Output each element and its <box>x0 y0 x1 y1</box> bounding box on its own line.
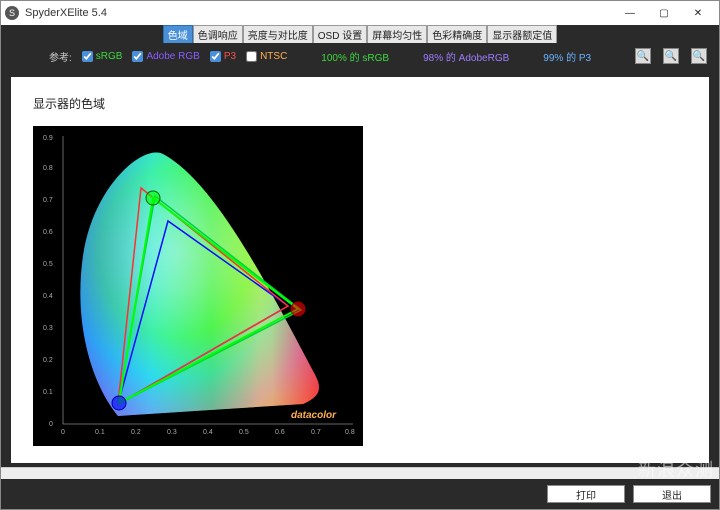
primary-blue-circle <box>112 396 126 410</box>
chromaticity-chart: 0 0.1 0.2 0.3 0.4 0.5 0.6 0.7 0.8 0 0.1 … <box>33 126 363 446</box>
stat-srgb: 100% 的 sRGB <box>321 49 389 64</box>
checkbox-srgb[interactable]: sRGB <box>82 51 123 62</box>
checkbox-ntsc[interactable]: NTSC <box>246 51 287 62</box>
app-window: S SpyderXElite 5.4 — ▢ ✕ 色域 色调响应 亮度与对比度 … <box>0 0 720 510</box>
p3-label: P3 <box>224 51 236 62</box>
svg-text:0.3: 0.3 <box>167 429 177 436</box>
chart-brand: datacolor <box>291 410 337 421</box>
titlebar: S SpyderXElite 5.4 — ▢ ✕ <box>1 1 719 25</box>
svg-text:0.2: 0.2 <box>43 357 53 364</box>
maximize-button[interactable]: ▢ <box>647 2 681 24</box>
srgb-label: sRGB <box>96 51 123 62</box>
tab-bar: 色域 色调响应 亮度与对比度 OSD 设置 屏幕均匀性 色彩精确度 显示器额定值 <box>1 25 719 43</box>
app-icon: S <box>5 6 19 20</box>
checkbox-p3-input[interactable] <box>210 51 221 62</box>
primary-green-circle <box>146 191 160 205</box>
window-controls: — ▢ ✕ <box>613 2 715 24</box>
close-button[interactable]: ✕ <box>681 2 715 24</box>
window-title: SpyderXElite 5.4 <box>25 7 613 19</box>
svg-text:0.2: 0.2 <box>131 429 141 436</box>
primary-red-circle <box>291 302 305 316</box>
svg-text:0.7: 0.7 <box>311 429 321 436</box>
tab-color-accuracy[interactable]: 色彩精确度 <box>427 25 487 44</box>
svg-text:0.5: 0.5 <box>43 261 53 268</box>
zoom-fit-icon: 🔍 <box>693 51 705 62</box>
svg-text:0: 0 <box>49 421 53 428</box>
svg-text:0.8: 0.8 <box>43 165 53 172</box>
y-ticks: 0 0.1 0.2 0.3 0.4 0.5 0.6 0.7 0.8 0.9 <box>43 135 53 428</box>
checkbox-p3[interactable]: P3 <box>210 51 236 62</box>
page-title: 显示器的色域 <box>33 95 687 112</box>
tab-gamut[interactable]: 色域 <box>163 25 193 44</box>
svg-text:0.8: 0.8 <box>345 429 355 436</box>
chromaticity-svg: 0 0.1 0.2 0.3 0.4 0.5 0.6 0.7 0.8 0 0.1 … <box>33 126 363 446</box>
ntsc-label: NTSC <box>260 51 287 62</box>
quit-button[interactable]: 退出 <box>633 485 711 503</box>
svg-text:0.3: 0.3 <box>43 325 53 332</box>
checkbox-adobergb[interactable]: Adobe RGB <box>132 51 199 62</box>
svg-text:0.7: 0.7 <box>43 197 53 204</box>
svg-text:0: 0 <box>61 429 65 436</box>
horizontal-scrollbar[interactable] <box>1 467 719 479</box>
stat-adobergb: 98% 的 AdobeRGB <box>423 49 509 64</box>
svg-text:0.9: 0.9 <box>43 135 53 142</box>
zoom-in-button[interactable]: 🔍 <box>635 48 651 64</box>
tab-uniformity[interactable]: 屏幕均匀性 <box>367 25 427 44</box>
svg-text:0.4: 0.4 <box>203 429 213 436</box>
zoom-out-button[interactable]: 🔍 <box>663 48 679 64</box>
checkbox-adobergb-input[interactable] <box>132 51 143 62</box>
report-page: 显示器的色域 <box>11 77 709 463</box>
checkbox-ntsc-input[interactable] <box>246 51 257 62</box>
zoom-out-icon: 🔍 <box>665 51 677 62</box>
adobergb-label: Adobe RGB <box>146 51 199 62</box>
content-area: 显示器的色域 <box>1 69 719 467</box>
checkbox-srgb-input[interactable] <box>82 51 93 62</box>
footer-bar: 打印 退出 <box>1 479 719 509</box>
svg-text:0.6: 0.6 <box>275 429 285 436</box>
tab-brightness-contrast[interactable]: 亮度与对比度 <box>243 25 313 44</box>
x-ticks: 0 0.1 0.2 0.3 0.4 0.5 0.6 0.7 0.8 <box>61 429 355 436</box>
minimize-button[interactable]: — <box>613 2 647 24</box>
zoom-in-icon: 🔍 <box>637 51 649 62</box>
svg-text:0.1: 0.1 <box>95 429 105 436</box>
stat-p3: 99% 的 P3 <box>543 49 591 64</box>
svg-text:0.1: 0.1 <box>43 389 53 396</box>
tab-tone-response[interactable]: 色调响应 <box>193 25 243 44</box>
tab-monitor-rating[interactable]: 显示器额定值 <box>487 25 557 44</box>
tab-osd-settings[interactable]: OSD 设置 <box>313 25 367 44</box>
reference-label: 参考: <box>49 49 72 64</box>
svg-text:0.4: 0.4 <box>43 293 53 300</box>
svg-text:0.6: 0.6 <box>43 229 53 236</box>
print-button[interactable]: 打印 <box>547 485 625 503</box>
svg-text:0.5: 0.5 <box>239 429 249 436</box>
reference-bar: 参考: sRGB Adobe RGB P3 NTSC 100% 的 sRGB 9… <box>1 43 719 69</box>
zoom-fit-button[interactable]: 🔍 <box>691 48 707 64</box>
